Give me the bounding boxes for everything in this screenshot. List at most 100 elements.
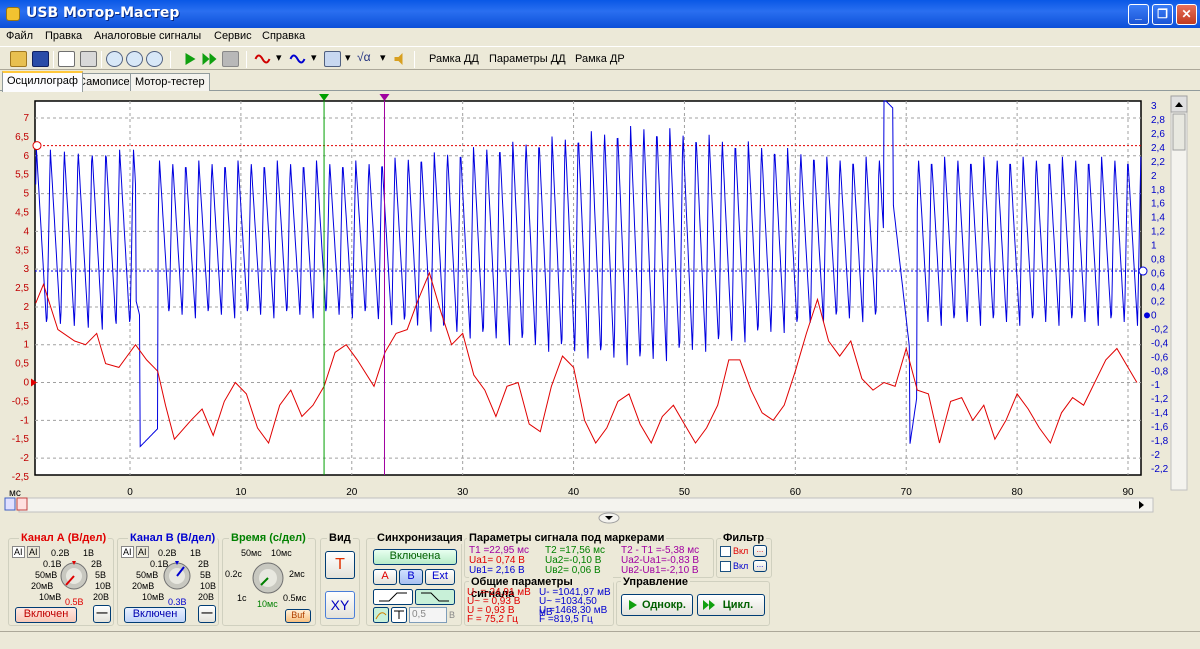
filter-b-settings-button[interactable]: ... xyxy=(753,560,767,572)
frame-dd-button[interactable]: Рамка ДД xyxy=(429,53,479,65)
x-axis-tick: 20 xyxy=(346,487,358,498)
sync-ext-button[interactable]: Ext xyxy=(425,569,455,585)
left-axis-tick: 3,5 xyxy=(15,245,29,256)
sound-icon[interactable] xyxy=(392,51,409,67)
play-cycle-icon[interactable] xyxy=(201,51,218,67)
knob-label: 0.5мс xyxy=(283,593,307,603)
channel-b-enabled-button[interactable]: Включен xyxy=(124,607,186,623)
sync-a-button[interactable]: A xyxy=(373,569,397,585)
knob-label: 10В xyxy=(95,581,112,591)
oscilloscope-panel: 7 6,5 6 5,5 5 4,5 4 3,5 3 2,5 2 1,5 1 0,5 0 -0,5 -1 -1,5 -… xyxy=(1,92,1199,530)
knob-label: 10мс xyxy=(271,548,292,558)
sync-enabled-button[interactable]: Включена xyxy=(373,549,457,565)
channel-a-dc-icon[interactable]: AI xyxy=(27,546,40,558)
time-knob[interactable] xyxy=(251,561,285,595)
channel-a-knob[interactable] xyxy=(59,561,89,591)
auto-mode-icon[interactable] xyxy=(373,607,389,623)
menu-help[interactable]: Справка xyxy=(262,30,305,42)
params-dd-button[interactable]: Параметры ДД xyxy=(489,53,566,65)
filter-title: Фильтр xyxy=(721,532,767,544)
left-axis-tick: -2 xyxy=(20,453,29,464)
knob-label: 1с xyxy=(237,593,247,603)
channel-a-ac-icon[interactable]: AI xyxy=(12,546,25,558)
filter-a-checkbox[interactable] xyxy=(720,546,731,557)
right-axis-tick: 0 xyxy=(1151,310,1157,321)
control-group: Управление Однокр. Цикл. xyxy=(616,576,770,626)
channel-a-wave-icon[interactable] xyxy=(254,51,271,67)
left-axis-tick: 0,5 xyxy=(15,359,29,370)
channel-b-dc-icon[interactable]: AI xyxy=(136,546,149,558)
filter-b-checkbox[interactable] xyxy=(720,561,731,572)
channel-b-invert-button[interactable]: — xyxy=(198,605,216,623)
menu-edit[interactable]: Правка xyxy=(45,30,82,42)
marker-1-handle xyxy=(319,94,330,101)
print-icon[interactable] xyxy=(80,51,97,67)
right-axis-tick: 0,4 xyxy=(1151,283,1165,294)
wait-mode-icon[interactable] xyxy=(391,607,407,623)
stop-icon[interactable] xyxy=(222,51,239,67)
left-axis-tick: 2,5 xyxy=(15,283,29,294)
chevron-down-icon[interactable]: ▾ xyxy=(345,51,351,64)
channel-b-title: Канал В (В/дел) xyxy=(128,532,218,544)
channel-b-ac-icon[interactable]: AI xyxy=(121,546,134,558)
view-time-button[interactable]: T xyxy=(325,551,355,579)
tab-oscilloscope[interactable]: Осциллограф xyxy=(2,71,83,92)
right-axis-tick: -2,2 xyxy=(1151,464,1169,475)
x-axis-tick: 30 xyxy=(457,487,469,498)
close-button[interactable]: ✕ xyxy=(1176,4,1197,25)
play-icon[interactable] xyxy=(182,51,199,67)
knob-label: 1В xyxy=(83,548,95,558)
knob-label: 10В xyxy=(200,581,217,591)
view-xy-button[interactable]: XY xyxy=(325,591,355,619)
frame-dr-button[interactable]: Рамка ДР xyxy=(575,53,625,65)
general-a-freq: F = 75,2 Гц xyxy=(467,614,518,625)
vertical-scrollbar-thumb xyxy=(1172,113,1186,151)
sync-b-button[interactable]: B xyxy=(399,569,423,585)
channel-b-knob[interactable] xyxy=(162,561,192,591)
menu-file[interactable]: Файл xyxy=(6,30,33,42)
chevron-down-icon[interactable]: ▾ xyxy=(380,51,386,64)
zoom-fit-icon[interactable] xyxy=(146,51,163,67)
x-axis-tick: 60 xyxy=(790,487,802,498)
oscilloscope-plot[interactable]: 7 6,5 6 5,5 5 4,5 4 3,5 3 2,5 2 1,5 1 0,5 0 -0,5 -1 -1,5 -… xyxy=(1,92,1199,530)
tab-motor-tester[interactable]: Мотор-тестер xyxy=(130,73,210,91)
rising-edge-icon[interactable] xyxy=(373,589,413,605)
single-run-button[interactable]: Однокр. xyxy=(621,594,693,616)
status-bar xyxy=(0,631,1200,649)
zoom-in-icon[interactable] xyxy=(106,51,123,67)
menu-service[interactable]: Сервис xyxy=(214,30,252,42)
minimize-button[interactable]: _ xyxy=(1128,4,1149,25)
channel-a-invert-button[interactable]: — xyxy=(93,605,111,623)
channel-b-wave-icon[interactable] xyxy=(289,51,306,67)
right-axis-tick: 1,8 xyxy=(1151,185,1165,196)
knob-label: 20мВ xyxy=(132,581,155,591)
right-axis-tick: 1,6 xyxy=(1151,199,1165,210)
knob-label: 5В xyxy=(200,570,212,580)
buffer-button[interactable]: Buf xyxy=(285,609,311,623)
left-axis-tick: -2,5 xyxy=(12,472,30,483)
channel-a-enabled-button[interactable]: Включен xyxy=(15,607,77,623)
maximize-button[interactable]: ❐ xyxy=(1152,4,1173,25)
sync-group: Синхронизация Включена A B Ext 0,5 В xyxy=(366,532,465,626)
x-axis-tick: 70 xyxy=(901,487,913,498)
calculator-icon[interactable] xyxy=(324,51,341,67)
play-cycle-icon xyxy=(703,600,715,610)
falling-edge-icon[interactable] xyxy=(415,589,455,605)
zoom-small-button xyxy=(4,497,16,511)
chevron-down-icon[interactable]: ▾ xyxy=(276,51,282,64)
menu-analog[interactable]: Аналоговые сигналы xyxy=(94,30,201,42)
formula-icon[interactable]: √α xyxy=(357,50,371,64)
zoom-out-icon[interactable] xyxy=(126,51,143,67)
cycle-run-button[interactable]: Цикл. xyxy=(697,594,765,616)
sync-level-input[interactable]: 0,5 xyxy=(409,607,447,623)
marker-2-handle xyxy=(379,94,390,101)
right-axis-tick: 2,8 xyxy=(1151,115,1165,126)
time-group: Время (с/дел) 50мс 10мс 0.2с 2мс 1с 0.5м… xyxy=(222,532,316,626)
filter-a-settings-button[interactable]: ... xyxy=(753,545,767,557)
sync-level-unit: В xyxy=(449,610,456,620)
open-icon[interactable] xyxy=(10,51,27,67)
print-preview-icon[interactable] xyxy=(58,51,75,67)
plot-area xyxy=(34,100,1142,476)
save-icon[interactable] xyxy=(32,51,49,67)
chevron-down-icon[interactable]: ▾ xyxy=(311,51,317,64)
